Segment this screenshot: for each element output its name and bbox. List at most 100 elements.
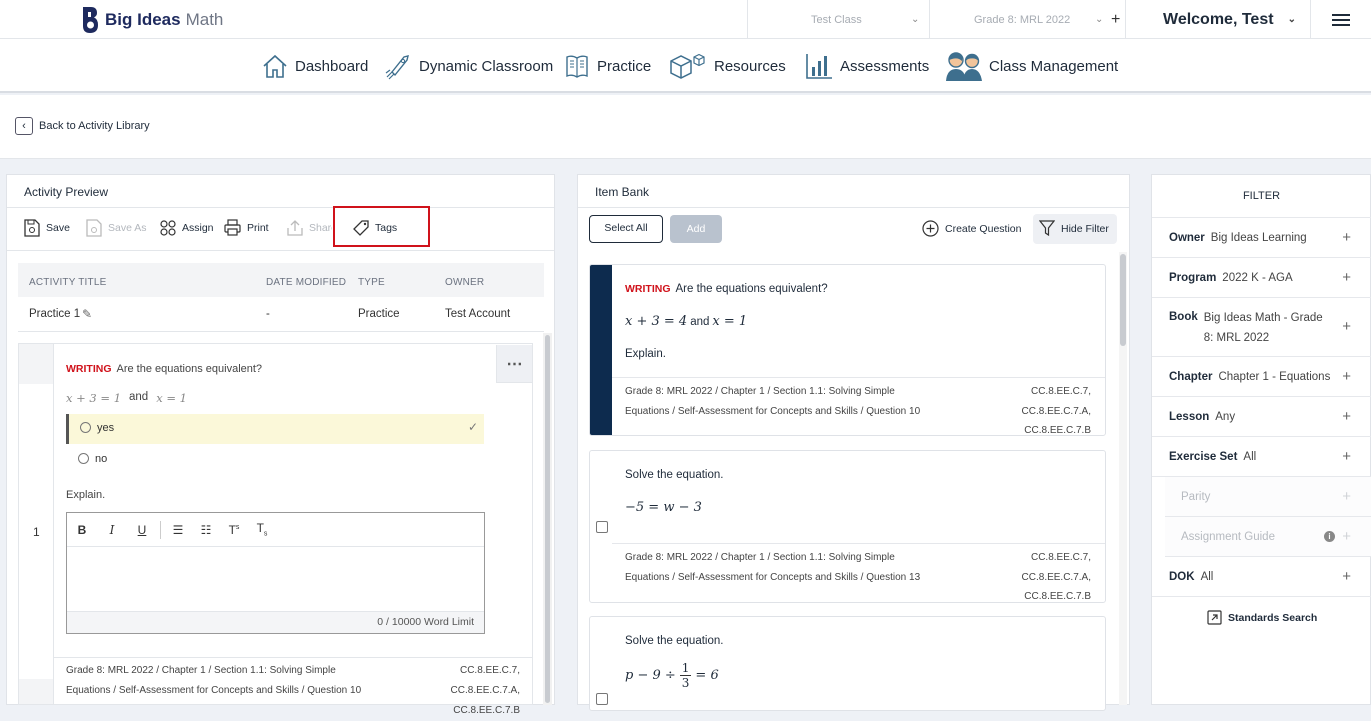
bulleted-list-icon[interactable]: ☰ [164, 523, 192, 537]
question-number: 1 [33, 525, 40, 539]
word-limit: 0 / 10000 Word Limit [67, 611, 484, 633]
filter-sub-label: Parity [1181, 490, 1211, 503]
select-all-button[interactable]: Select All [589, 215, 663, 243]
radio-button[interactable] [80, 422, 91, 433]
item-equation-2: x = 1 [712, 314, 748, 329]
plus-icon[interactable]: + [1342, 568, 1351, 585]
main-nav: Dashboard Dynamic Classroom Practice Res… [0, 39, 1371, 93]
scrollbar[interactable] [1119, 252, 1127, 705]
book-icon [566, 55, 588, 78]
save-button[interactable]: Save [24, 219, 70, 237]
class-select[interactable]: Test Class ⌄ [747, 0, 929, 39]
italic-icon[interactable]: I [97, 523, 127, 537]
create-question-button[interactable]: Create Question [922, 220, 1021, 237]
filter-exercise-set[interactable]: Exercise Set All + [1152, 437, 1371, 477]
nav-practice[interactable]: Practice [564, 50, 651, 82]
standard-code: CC.8.EE.C.7, [1030, 552, 1091, 563]
user-menu[interactable]: Welcome, Test ⌄ [1125, 0, 1310, 39]
grade-select[interactable]: Grade 8: MRL 2022 ⌄ + [929, 0, 1125, 39]
plus-icon[interactable]: + [1342, 368, 1351, 385]
answer-option-selected[interactable]: yes ✓ [66, 414, 484, 444]
item-equation-right: = 6 [695, 668, 719, 683]
filter-value: Big Ideas Math - Grade 8: MRL 2022 [1203, 312, 1323, 344]
filter-key: Owner [1169, 231, 1205, 244]
scrollbar-thumb[interactable] [1120, 254, 1126, 346]
answer-option[interactable]: no [66, 444, 484, 474]
subscript-icon[interactable]: Ts [248, 521, 276, 537]
hide-filter-label: Hide Filter [1061, 222, 1109, 235]
option-label: yes [97, 422, 115, 434]
plus-icon[interactable]: + [1342, 318, 1351, 335]
plus-icon[interactable]: + [1342, 528, 1351, 545]
chevron-down-icon: ⌄ [1287, 14, 1296, 25]
bold-icon[interactable]: B [67, 523, 97, 537]
add-button[interactable]: Add [670, 215, 722, 243]
plus-icon[interactable]: + [1342, 229, 1351, 246]
divider [18, 331, 544, 332]
item-prompt: Solve the equation. [625, 635, 724, 647]
nav-resources[interactable]: Resources [669, 50, 786, 82]
filter-lesson[interactable]: Lesson Any + [1152, 397, 1371, 437]
filter-book[interactable]: Book Big Ideas Math - Grade 8: MRL 2022 + [1152, 298, 1371, 357]
item-checkbox[interactable] [596, 521, 608, 533]
standards-search-link[interactable]: Standards Search [1207, 610, 1317, 625]
meta-line: Equations / Self-Assessment for Concepts… [66, 685, 362, 696]
assign-button[interactable]: Assign [160, 220, 214, 236]
nav-assessments[interactable]: Assessments [805, 50, 929, 82]
nav-dashboard[interactable]: Dashboard [262, 50, 368, 82]
save-as-button[interactable]: Save As [86, 219, 147, 237]
info-icon[interactable]: i [1324, 531, 1335, 542]
plus-icon[interactable]: + [1342, 408, 1351, 425]
print-button[interactable]: Print [224, 219, 269, 236]
type-cell: Practice [358, 308, 400, 320]
filter-chapter[interactable]: Chapter Chapter 1 - Equations + [1152, 357, 1371, 397]
filter-owner[interactable]: Owner Big Ideas Learning + [1152, 218, 1371, 258]
underline-icon[interactable]: U [127, 523, 157, 537]
rich-text-editor[interactable]: B I U ☰ ☷ Ts Ts 0 / 10000 Word Limit [66, 512, 485, 634]
plus-icon[interactable]: + [1342, 448, 1351, 465]
question-meta: Grade 8: MRL 2022 / Chapter 1 / Section … [66, 661, 361, 701]
item-checkbox[interactable] [596, 693, 608, 705]
nav-dynamic-classroom[interactable]: Dynamic Classroom [384, 50, 553, 82]
superscript-icon[interactable]: Ts [220, 523, 248, 537]
back-link-label: Back to Activity Library [39, 120, 150, 132]
pencil-icon[interactable]: ✎ [82, 307, 92, 321]
share-button[interactable]: Share [287, 219, 332, 236]
meta-line: Grade 8: MRL 2022 / Chapter 1 / Section … [66, 665, 336, 676]
numbered-list-icon[interactable]: ☷ [192, 523, 220, 537]
plus-icon[interactable]: + [1342, 269, 1351, 286]
hamburger-menu-button[interactable] [1310, 0, 1371, 39]
filter-assignment-guide[interactable]: Assignment Guide i + [1165, 517, 1371, 557]
fraction-numerator: 1 [679, 661, 692, 676]
filter-value: Big Ideas Learning [1210, 231, 1307, 244]
radio-button[interactable] [78, 453, 89, 464]
save-label: Save [46, 222, 70, 234]
filter-value: Chapter 1 - Equations [1218, 370, 1331, 383]
save-icon [24, 219, 40, 237]
more-options-icon[interactable]: ⋯ [496, 345, 532, 383]
equation-left: x + 3 = 1 [66, 391, 122, 405]
share-icon [287, 220, 303, 236]
logo-brand: Big Ideas [105, 10, 181, 29]
standard-code: CC.8.EE.C.7.B [1024, 591, 1091, 602]
nav-class-management[interactable]: Class Management [946, 50, 1118, 82]
item-card[interactable]: Solve the equation. p − 9 ÷ 1 3 = 6 [589, 616, 1106, 711]
assign-label: Assign [182, 222, 214, 234]
filter-key: Book [1169, 311, 1198, 323]
meta-line: Equations / Self-Assessment for Concepts… [625, 572, 921, 583]
filter-program[interactable]: Program 2022 K - AGA + [1152, 258, 1371, 298]
question-standards: CC.8.EE.C.7, CC.8.EE.C.7.A, CC.8.EE.C.7.… [451, 661, 520, 721]
item-equation-and: and [690, 316, 710, 328]
plus-icon[interactable]: + [1342, 488, 1351, 505]
logo[interactable]: Big Ideas Math [80, 6, 223, 34]
scrollbar-thumb[interactable] [545, 335, 550, 703]
item-card[interactable]: Solve the equation. −5 = w − 3 Grade 8: … [589, 450, 1106, 603]
add-class-icon[interactable]: + [1111, 11, 1120, 29]
filter-parity[interactable]: Parity + [1165, 477, 1371, 517]
scrollbar[interactable] [543, 333, 552, 705]
back-to-library-link[interactable]: ‹ Back to Activity Library [15, 117, 150, 135]
standard-code: CC.8.EE.C.7.B [453, 705, 520, 716]
filter-dok[interactable]: DOK All + [1152, 557, 1371, 597]
writing-tag: WRITING [66, 363, 112, 375]
item-card-selected[interactable]: WRITING Are the equations equivalent? x +… [589, 264, 1106, 436]
